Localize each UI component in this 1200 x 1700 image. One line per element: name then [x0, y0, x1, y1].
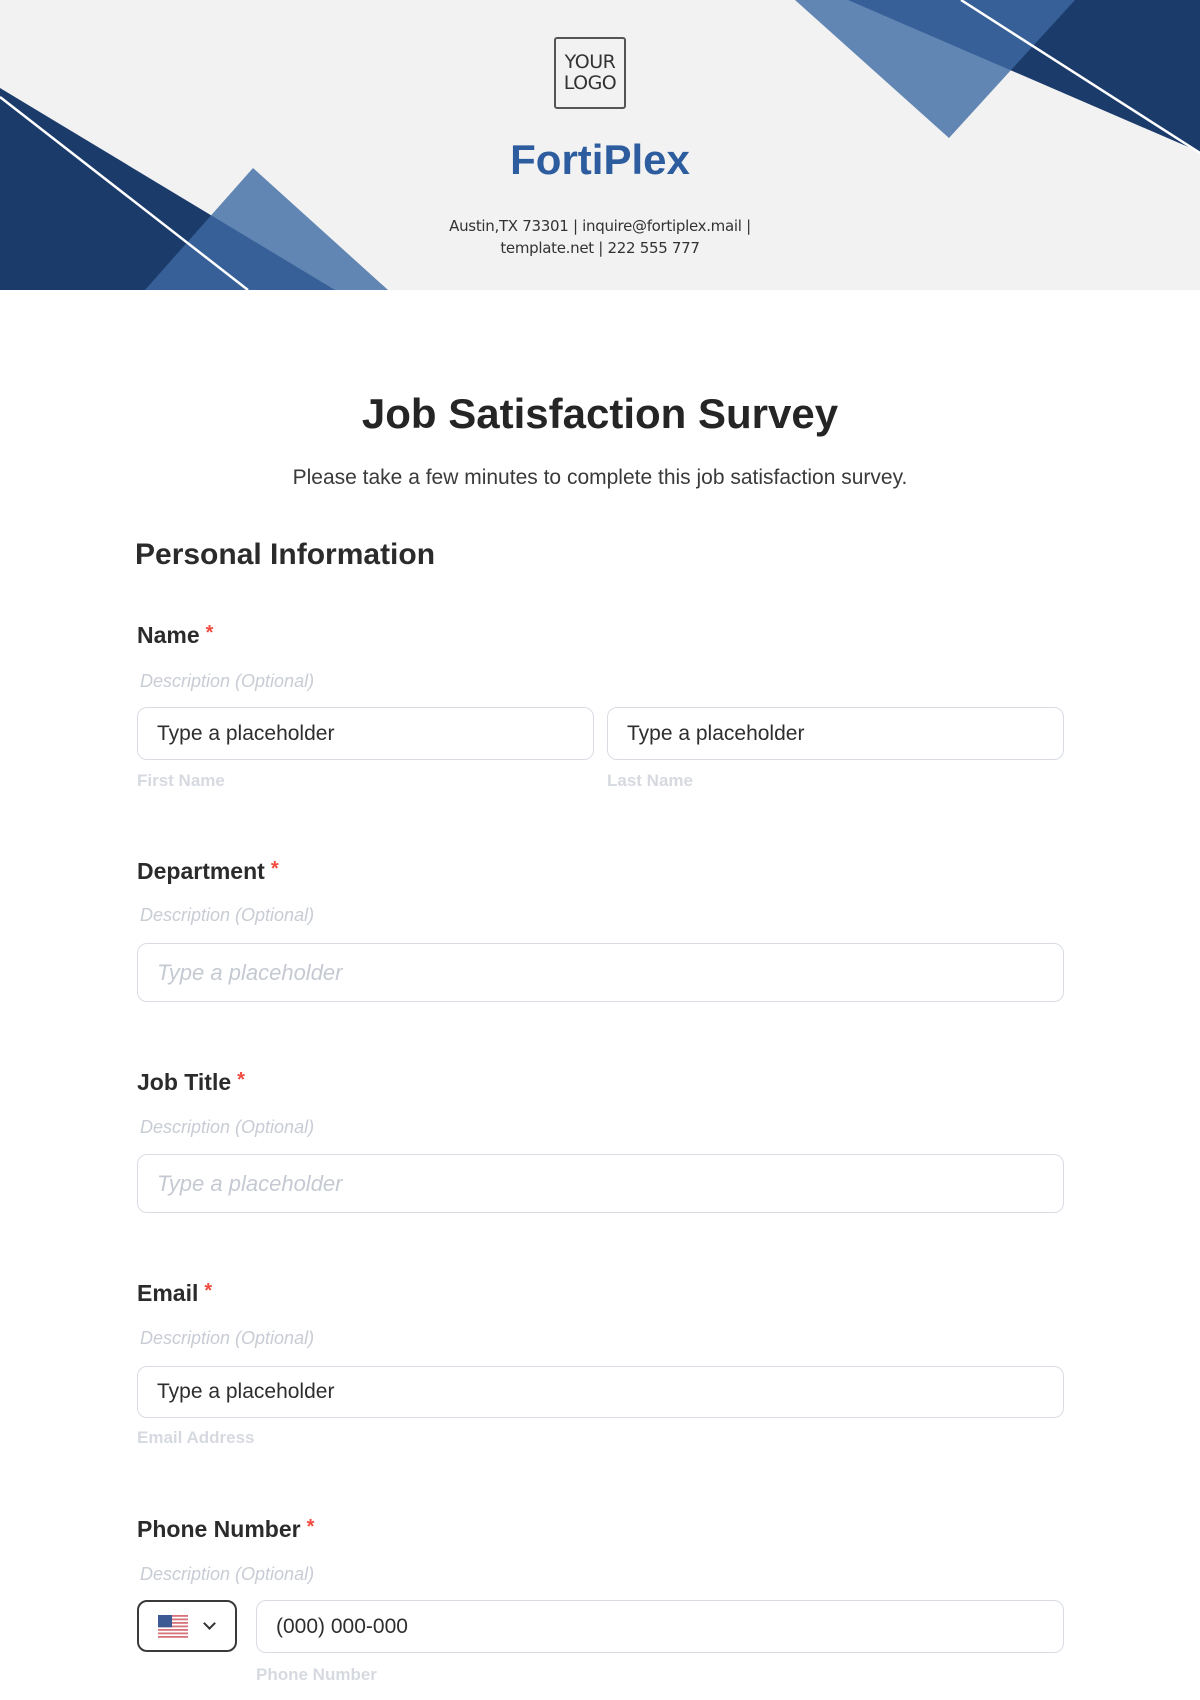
- required-asterisk: *: [237, 1069, 245, 1091]
- contact-info: Austin,TX 73301 | inquire@fortiplex.mail…: [0, 215, 1200, 259]
- job-title-placeholder: Type a placeholder: [157, 1170, 343, 1196]
- page-title: Job Satisfaction Survey: [361, 390, 839, 437]
- job-title-label: Job Title *: [137, 1069, 245, 1096]
- us-flag-icon: [158, 1614, 188, 1638]
- department-input[interactable]: Type a placeholder: [137, 943, 1064, 1002]
- department-description: Description (Optional): [140, 905, 315, 925]
- required-asterisk: *: [205, 622, 214, 644]
- header-banner: YOUR LOGO FortiPlex Austin,TX 73301 | in…: [0, 0, 1200, 290]
- phone-label: Phone Number *: [137, 1516, 314, 1543]
- last-name-input[interactable]: Type a placeholder: [607, 707, 1064, 760]
- name-label-text: Name: [137, 622, 200, 648]
- email-input[interactable]: Type a placeholder: [137, 1366, 1064, 1418]
- logo-text-line2: LOGO: [563, 72, 617, 94]
- first-name-value: Type a placeholder: [157, 721, 335, 745]
- phone-input[interactable]: (000) 000-000: [256, 1600, 1064, 1653]
- required-asterisk: *: [270, 858, 279, 880]
- last-name-value: Type a placeholder: [627, 721, 805, 745]
- company-logo: YOUR LOGO: [554, 37, 626, 109]
- phone-value: (000) 000-000: [276, 1614, 408, 1638]
- page-subtitle: Please take a few minutes to complete th…: [292, 466, 908, 489]
- email-label: Email *: [137, 1280, 212, 1307]
- name-label: Name *: [137, 622, 213, 649]
- department-label: Department *: [137, 858, 279, 885]
- email-label-text: Email: [137, 1280, 199, 1306]
- phone-description: Description (Optional): [140, 1564, 315, 1584]
- first-name-caption: First Name: [137, 771, 225, 790]
- email-caption: Email Address: [137, 1428, 255, 1447]
- job-title-description: Description (Optional): [140, 1117, 315, 1137]
- contact-line-2: template.net | 222 555 777: [500, 239, 700, 257]
- email-description: Description (Optional): [140, 1328, 315, 1348]
- name-description: Description (Optional): [140, 671, 315, 691]
- email-value: Type a placeholder: [157, 1380, 335, 1403]
- chevron-down-icon: [203, 1617, 216, 1630]
- phone-caption: Phone Number: [256, 1665, 377, 1684]
- required-asterisk: *: [306, 1516, 315, 1538]
- logo-text-line1: YOUR: [564, 51, 616, 73]
- job-title-label-text: Job Title: [137, 1069, 232, 1095]
- required-asterisk: *: [204, 1280, 213, 1302]
- brand-name: FortiPlex: [510, 136, 690, 183]
- country-code-select[interactable]: [137, 1600, 237, 1652]
- contact-line-1: Austin,TX 73301 | inquire@fortiplex.mail…: [449, 217, 751, 235]
- last-name-caption: Last Name: [607, 771, 693, 790]
- phone-label-text: Phone Number: [137, 1516, 301, 1542]
- first-name-input[interactable]: Type a placeholder: [137, 707, 594, 760]
- section-heading: Personal Information: [135, 538, 436, 571]
- department-placeholder: Type a placeholder: [157, 959, 343, 985]
- job-title-input[interactable]: Type a placeholder: [137, 1154, 1064, 1213]
- department-label-text: Department: [137, 858, 265, 884]
